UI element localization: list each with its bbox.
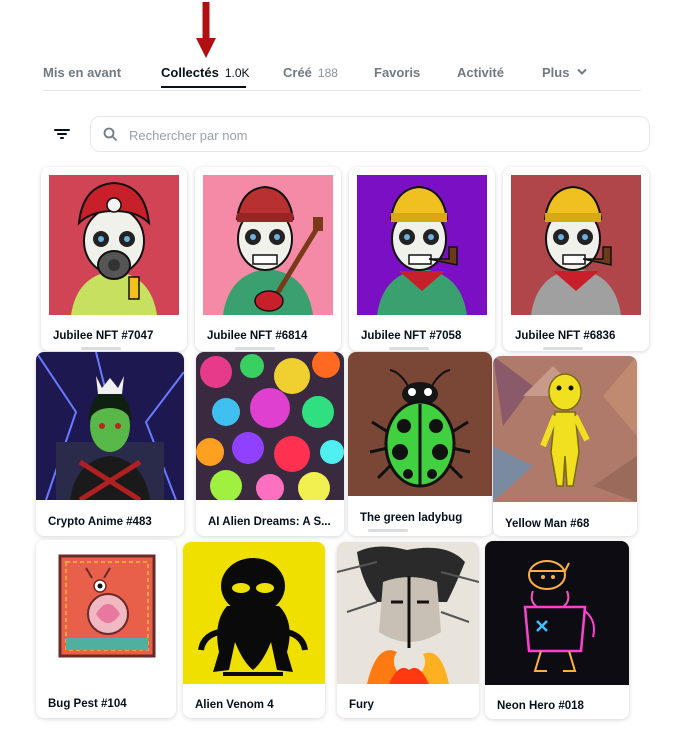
nft-card-name: Jubilee NFT #6836 (515, 330, 616, 342)
filter-icon[interactable] (52, 124, 72, 144)
nft-card-subtext (543, 347, 583, 350)
nft-card-name: Crypto Anime #483 (48, 516, 152, 528)
skull-yellow-beanie-pipe-image (511, 175, 641, 315)
nft-card-name: Jubilee NFT #6814 (207, 330, 308, 342)
nft-card[interactable]: The green ladybug (348, 352, 492, 536)
search-icon (103, 127, 118, 142)
collected-count: 1.0K (224, 66, 250, 80)
profile-tabs: Mis en avant Collectés 1.0K Créé 188 Favor… (43, 64, 641, 91)
search-input[interactable] (127, 124, 631, 146)
bug-pest-illustration-image (36, 540, 176, 680)
annotation-down-arrow-icon (196, 2, 216, 58)
nft-card[interactable]: Jubilee NFT #7047 (41, 167, 187, 351)
colorful-alien-landscape-image (196, 352, 344, 500)
nft-card-name: Yellow Man #68 (505, 518, 590, 530)
nft-card-subtext (368, 529, 408, 532)
search-bar (90, 116, 650, 152)
nft-card[interactable]: Neon Hero #018 (485, 541, 629, 719)
nft-card-name: Fury (349, 699, 374, 711)
nft-card-name: Alien Venom 4 (195, 699, 274, 711)
nft-card[interactable]: Jubilee NFT #6814 (195, 167, 341, 351)
nft-card-name: The green ladybug (360, 512, 463, 524)
nft-card[interactable]: AI Alien Dreams: A S... (196, 352, 344, 536)
neon-caveman-image (485, 541, 629, 685)
nft-card[interactable]: Fury (337, 542, 479, 718)
nft-card-subtext (235, 347, 275, 350)
nft-card[interactable]: Alien Venom 4 (183, 542, 325, 718)
chevron-down-icon (577, 68, 587, 75)
nft-card-subtext (389, 347, 429, 350)
created-count: 188 (317, 66, 338, 80)
nft-card-name: Bug Pest #104 (48, 698, 127, 710)
skull-yellow-beanie-pipe-image (357, 175, 487, 315)
skull-beanie-guitar-image (203, 175, 333, 315)
tab-created[interactable]: Créé 188 (283, 65, 338, 80)
tab-featured[interactable]: Mis en avant (43, 65, 121, 80)
nft-card[interactable]: Bug Pest #104 (36, 540, 176, 718)
green-ladybug-image (348, 352, 492, 496)
skull-firefighter-gasmask-image (49, 175, 179, 315)
tab-more[interactable]: Plus (542, 65, 587, 80)
nft-card-name: Jubilee NFT #7058 (361, 330, 462, 342)
nft-card[interactable]: Jubilee NFT #6836 (503, 167, 649, 351)
yellow-man-abstract-image (493, 356, 637, 502)
nft-card-name: Jubilee NFT #7047 (53, 330, 154, 342)
anime-green-woman-image (36, 352, 184, 500)
tab-activity[interactable]: Activité (457, 65, 504, 80)
nft-card-subtext (81, 347, 121, 350)
nft-card-name: Neon Hero #018 (497, 700, 584, 712)
nft-card-name: AI Alien Dreams: A S... (208, 516, 331, 528)
nft-card[interactable]: Crypto Anime #483 (36, 352, 184, 536)
active-tab-underline (161, 86, 246, 88)
tab-favorites[interactable]: Favoris (374, 65, 420, 80)
nft-card[interactable]: Jubilee NFT #7058 (349, 167, 495, 351)
alien-venom-silhouette-image (183, 542, 325, 684)
tab-collected[interactable]: Collectés 1.0K (161, 65, 250, 80)
fury-face-fire-image (337, 542, 479, 684)
nft-card[interactable]: Yellow Man #68 (493, 356, 637, 536)
